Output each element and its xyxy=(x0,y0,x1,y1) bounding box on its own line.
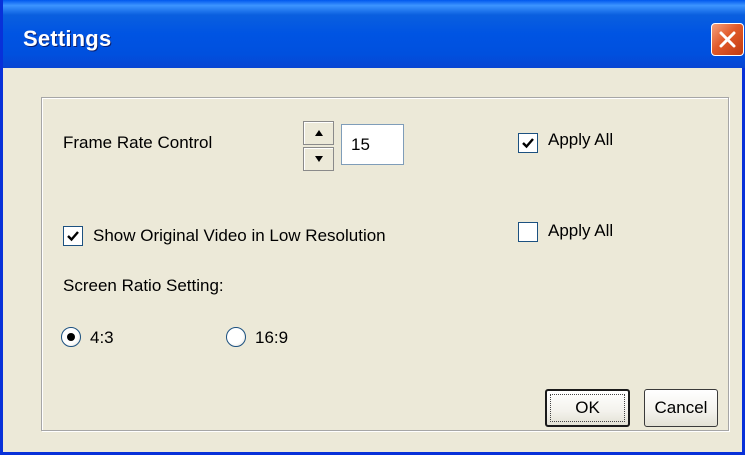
focus-rectangle xyxy=(550,394,625,422)
window-title: Settings xyxy=(23,26,112,51)
frame-rate-apply-all-label[interactable]: Apply All xyxy=(548,130,613,150)
ratio-16-9-label[interactable]: 16:9 xyxy=(255,328,288,348)
low-resolution-apply-all-label[interactable]: Apply All xyxy=(548,221,613,241)
checkmark-icon xyxy=(522,138,534,149)
ratio-4-3-radio[interactable] xyxy=(61,327,81,347)
spin-down-button[interactable] xyxy=(303,147,334,171)
checkmark-icon xyxy=(67,231,79,242)
close-icon xyxy=(719,31,736,48)
screen-ratio-label: Screen Ratio Setting: xyxy=(63,276,224,295)
frame-rate-input[interactable]: 15 xyxy=(341,124,404,165)
frame-rate-spinner xyxy=(303,121,334,171)
spin-up-button[interactable] xyxy=(303,121,334,145)
close-button[interactable] xyxy=(711,23,744,56)
arrow-down-icon xyxy=(315,156,323,162)
ratio-16-9-radio[interactable] xyxy=(226,327,246,347)
low-resolution-apply-all-checkbox[interactable] xyxy=(518,222,538,242)
cancel-button[interactable]: Cancel xyxy=(644,389,718,427)
frame-rate-apply-all-checkbox[interactable] xyxy=(518,133,538,153)
settings-dialog: Settings Frame Rate Control 15 Apply All xyxy=(0,0,745,455)
ok-button[interactable]: OK xyxy=(545,389,630,427)
ratio-4-3-label[interactable]: 4:3 xyxy=(90,328,114,348)
low-resolution-checkbox[interactable] xyxy=(63,226,83,246)
low-resolution-label[interactable]: Show Original Video in Low Resolution xyxy=(93,226,386,246)
frame-rate-label: Frame Rate Control xyxy=(63,133,213,152)
title-bar[interactable]: Settings xyxy=(3,0,745,68)
arrow-up-icon xyxy=(315,130,323,136)
radio-selected-dot xyxy=(67,333,75,341)
